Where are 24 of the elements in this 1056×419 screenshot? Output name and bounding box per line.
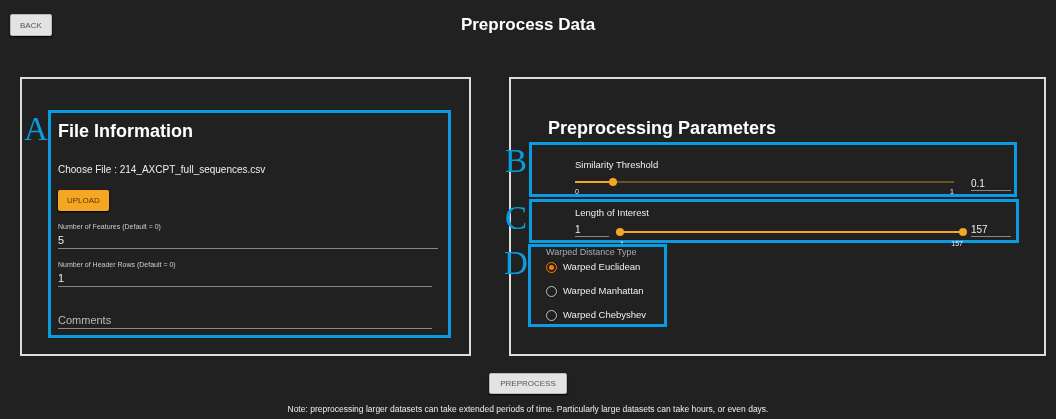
group-label: Warped Distance Type: [546, 247, 637, 257]
input-field[interactable]: 5: [58, 234, 438, 246]
annotation-letter: A: [24, 113, 48, 146]
input-field[interactable]: 1: [58, 272, 432, 284]
upload-button[interactable]: UPLOAD: [58, 190, 109, 211]
slider-thumb[interactable]: [608, 178, 617, 186]
note-text: Note: preprocessing larger datasets can take extended periods of time. Particularly large datasets can take hours, or even days.: [287, 404, 769, 414]
value-field[interactable]: 1: [575, 224, 609, 235]
page-title: Preprocess Data: [460, 15, 596, 35]
back-button[interactable]: BACK: [10, 14, 52, 36]
radio-option[interactable]: Warped Chebyshev: [546, 307, 664, 323]
section-title: Preprocessing Parameters: [548, 117, 778, 140]
slider-label: Length of Interest: [575, 207, 649, 218]
value-field[interactable]: 0.1: [971, 178, 1011, 189]
slider-thumb[interactable]: [616, 228, 624, 236]
radio-option[interactable]: Warped Manhattan: [546, 283, 664, 299]
slider-label: Similarity Threshold: [575, 159, 659, 170]
section-title: File Information: [58, 120, 194, 143]
slider-thumb[interactable]: [959, 228, 967, 236]
preprocess-button[interactable]: PREPROCESS: [489, 373, 567, 394]
input-field[interactable]: Comments: [58, 314, 432, 326]
file-name-text: Choose File : 214_AXCPT_full_sequences.csv: [58, 164, 266, 175]
radio-option[interactable]: Warped Euclidean: [546, 259, 664, 275]
value-field[interactable]: 157: [971, 224, 1011, 235]
